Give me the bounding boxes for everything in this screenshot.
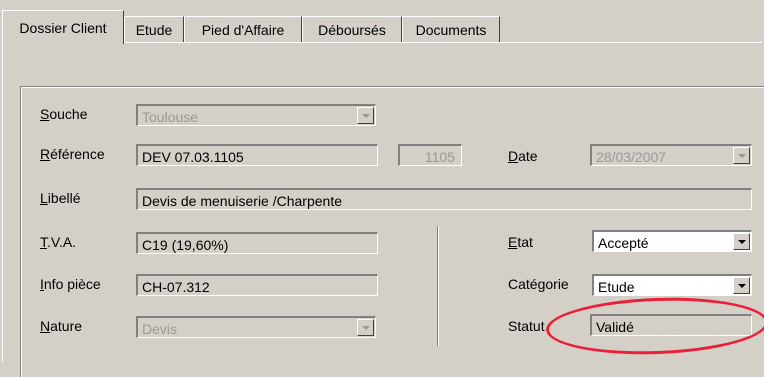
tab-pied-d-affaire[interactable]: Pied d'Affaire — [184, 16, 302, 42]
date-value: 28/03/2007 — [596, 149, 667, 165]
tab-debourses[interactable]: Déboursés — [302, 16, 402, 42]
date-picker[interactable]: 28/03/2007 — [590, 144, 752, 166]
chevron-down-icon[interactable] — [733, 277, 750, 294]
libelle-label: Libellé — [40, 190, 81, 206]
tab-documents[interactable]: Documents — [402, 16, 500, 42]
statut-field[interactable]: Validé — [590, 314, 752, 336]
tab-strip: Dossier Client Etude Pied d'Affaire Débo… — [0, 0, 764, 44]
nature-value: Devis — [142, 321, 178, 337]
libelle-field[interactable]: Devis de menuiserie /Charpente — [136, 188, 752, 210]
nature-select[interactable]: Devis — [136, 316, 376, 338]
tab-etude[interactable]: Etude — [124, 16, 184, 42]
categorie-label: Catégorie — [508, 276, 569, 292]
reference-number-field[interactable]: 1105 — [398, 144, 462, 166]
etat-label: Etat — [508, 234, 533, 250]
chevron-down-icon[interactable] — [357, 319, 374, 336]
tva-field[interactable]: C19 (19,60%) — [136, 232, 378, 254]
souche-select[interactable]: Toulouse — [136, 104, 376, 126]
chevron-down-icon[interactable] — [733, 233, 750, 250]
chevron-down-icon[interactable] — [733, 147, 750, 164]
column-divider — [437, 226, 438, 346]
reference-label: Référence — [40, 146, 105, 162]
reference-field[interactable]: DEV 07.03.1105 — [136, 144, 378, 166]
souche-value: Toulouse — [142, 109, 199, 125]
categorie-select[interactable]: Etude — [592, 274, 752, 296]
tab-dossier-client[interactable]: Dossier Client — [2, 10, 124, 44]
tva-label: T.V.A. — [40, 234, 77, 250]
etat-value: Accepté — [598, 235, 649, 251]
nature-label: Nature — [40, 318, 83, 334]
chevron-down-icon[interactable] — [357, 107, 374, 124]
info-piece-label: Info pièce — [40, 276, 101, 292]
info-piece-field[interactable]: CH-07.312 — [136, 274, 378, 296]
etat-select[interactable]: Accepté — [592, 230, 752, 252]
categorie-value: Etude — [598, 279, 635, 295]
date-label: Date — [508, 148, 538, 164]
statut-label: Statut — [508, 318, 545, 334]
souche-label: Souche — [40, 106, 88, 122]
